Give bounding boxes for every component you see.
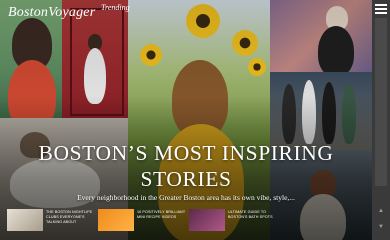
story-thumbnail[interactable]	[189, 209, 225, 231]
story-card-recipes[interactable]: 10 POSITIVELY BRILLIANT MINI RECIPE VIDE…	[98, 209, 190, 231]
trending-label[interactable]: Trending	[101, 3, 130, 12]
story-card-bath-spots[interactable]: ULTIMATE GUIDE TO BOSTON'S BATH SPOTS	[189, 209, 281, 231]
story-card-nightlife[interactable]: THE BOSTON NIGHTLIFE CLUBS EVERYONE'S TA…	[7, 209, 99, 231]
story-thumbnail[interactable]	[98, 209, 134, 231]
scroll-up-icon[interactable]: ▲	[375, 206, 387, 216]
dark-overlay	[0, 0, 372, 240]
headline-line-2: STORIES	[140, 167, 232, 191]
story-title[interactable]: 10 POSITIVELY BRILLIANT MINI RECIPE VIDE…	[137, 210, 191, 220]
hero-collage	[0, 0, 372, 240]
hamburger-menu-icon[interactable]	[375, 4, 387, 14]
headline-line-1: BOSTON’S MOST INSPIRING	[38, 141, 334, 165]
scrollbar-thumb[interactable]	[375, 18, 387, 186]
site-logo[interactable]: BostonVoyager	[8, 5, 95, 21]
story-title[interactable]: THE BOSTON NIGHTLIFE CLUBS EVERYONE'S TA…	[46, 210, 100, 225]
hero-subtitle: Every neighborhood in the Greater Boston…	[77, 193, 295, 202]
story-title[interactable]: ULTIMATE GUIDE TO BOSTON'S BATH SPOTS	[228, 210, 282, 220]
scroll-down-icon[interactable]: ▼	[375, 222, 387, 232]
hero-headline: BOSTON’S MOST INSPIRING STORIES	[0, 140, 372, 192]
story-thumbnail[interactable]	[7, 209, 43, 231]
